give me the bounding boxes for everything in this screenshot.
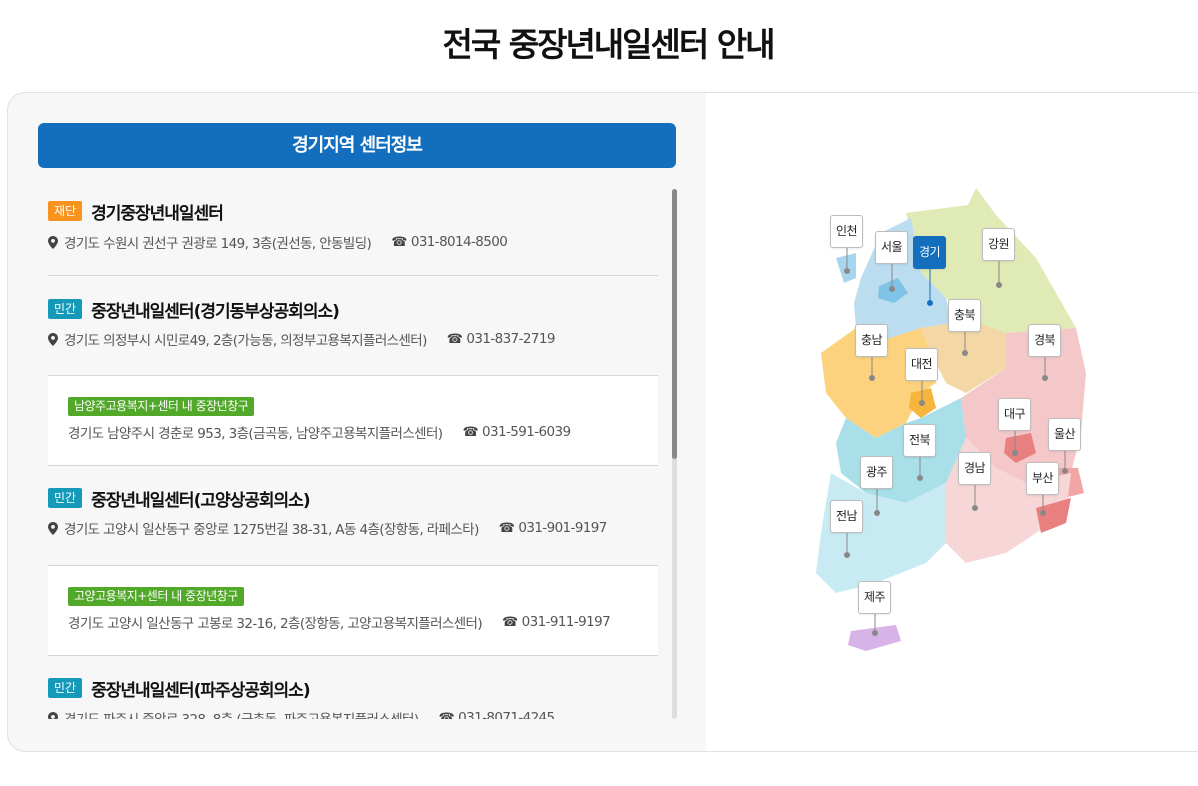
- center-address: 경기도 의정부시 시민로49, 2층(가능동, 의정부고용복지플러스센터): [64, 333, 427, 349]
- map-marker-chungbuk[interactable]: 충북: [948, 299, 981, 332]
- center-phone[interactable]: 031-8071-4245: [458, 710, 555, 719]
- center-name: 중장년내일센터(파주상공회의소): [91, 680, 310, 701]
- map-marker-busan[interactable]: 부산: [1026, 462, 1059, 495]
- center-name: 중장년내일센터(고양상공회의소): [91, 490, 310, 511]
- page-title: 전국 중장년내일센터 안내: [442, 25, 776, 64]
- center-type-badge: 민간: [48, 488, 83, 508]
- map-marker-jeju[interactable]: 제주: [858, 581, 891, 614]
- map-marker-ulsan[interactable]: 울산: [1048, 418, 1081, 451]
- center-address: 경기도 남양주시 경춘로 953, 3층(금곡동, 남양주고용복지플러스센터): [68, 426, 443, 442]
- phone-icon: ☎: [391, 234, 407, 250]
- center-type-badge: 재단: [48, 201, 83, 221]
- center-address: 경기도 파주시 중앙로 328, 8층 (금촌동, 파주고용복지플러스센터): [64, 708, 419, 719]
- map-marker-jeonbuk[interactable]: 전북: [903, 424, 936, 457]
- map-marker-incheon[interactable]: 인천: [830, 215, 863, 248]
- center-address: 경기도 고양시 일산동구 중앙로 1275번길 38-31, A동 4층(장항동…: [64, 522, 479, 538]
- scrollbar-thumb[interactable]: [672, 189, 677, 459]
- center-phone[interactable]: 031-837-2719: [466, 331, 555, 347]
- center-item: 재단 경기중장년내일센터 경기도 수원시 권선구 권광로 149, 3층(권선동…: [48, 189, 658, 276]
- phone-icon: ☎: [462, 424, 479, 440]
- map-marker-gwangju[interactable]: 광주: [860, 456, 893, 489]
- map-pin-icon: [48, 332, 58, 346]
- map-marker-chungnam[interactable]: 충남: [855, 324, 888, 357]
- window-badge: 남양주고용복지+센터 내 중장년창구: [68, 397, 255, 416]
- center-phone[interactable]: 031-901-9197: [518, 520, 607, 536]
- map-marker-daejeon[interactable]: 대전: [905, 348, 938, 381]
- sub-window-item: 남양주고용복지+센터 내 중장년창구 경기도 남양주시 경춘로 953, 3층(…: [48, 376, 658, 466]
- region-shape-incheon: [836, 253, 856, 283]
- korea-map-graphic: [816, 188, 1086, 651]
- map-pin-icon: [48, 521, 58, 535]
- phone-icon: ☎: [438, 710, 455, 720]
- center-phone[interactable]: 031-911-9197: [522, 614, 611, 630]
- center-phone[interactable]: 031-591-6039: [482, 424, 571, 440]
- map-marker-gangwon[interactable]: 강원: [982, 228, 1015, 261]
- center-info-panel: 경기지역 센터정보 재단 경기중장년내일센터 경기도 수원시 권선구 권광로 1…: [7, 92, 1198, 752]
- map-pin-icon: [48, 711, 58, 719]
- korea-map: 인천 서울 경기 강원 충북 충남 경북 대전 대구 울산 전북 광주 경남 부…: [706, 93, 1198, 751]
- phone-icon: ☎: [446, 331, 463, 347]
- phone-icon: ☎: [502, 614, 518, 630]
- sub-window-item: 고양고용복지+센터 내 중장년창구 경기도 고양시 일산동구 고봉로 32-16…: [48, 566, 658, 656]
- center-type-badge: 민간: [48, 678, 83, 698]
- center-phone[interactable]: 031-8014-8500: [411, 234, 508, 250]
- center-item: 민간 중장년내일센터(파주상공회의소) 경기도 파주시 중앙로 328, 8층 …: [48, 656, 658, 719]
- map-marker-gyeonggi[interactable]: 경기: [913, 236, 946, 269]
- center-item: 민간 중장년내일센터(경기동부상공회의소) 경기도 의정부시 시민로49, 2층…: [48, 276, 658, 376]
- map-marker-seoul[interactable]: 서울: [875, 231, 908, 264]
- map-marker-jeonnam[interactable]: 전남: [830, 500, 863, 533]
- center-item: 민간 중장년내일센터(고양상공회의소) 경기도 고양시 일산동구 중앙로 127…: [48, 466, 658, 566]
- list-scrollbar[interactable]: [672, 189, 677, 719]
- center-name: 중장년내일센터(경기동부상공회의소): [91, 301, 340, 322]
- map-pin-icon: [48, 235, 58, 249]
- phone-icon: ☎: [498, 520, 515, 536]
- center-address: 경기도 고양시 일산동구 고봉로 32-16, 2층(장항동, 고양고용복지플러…: [68, 616, 483, 632]
- map-marker-gyeongnam[interactable]: 경남: [958, 452, 991, 485]
- center-name: 경기중장년내일센터: [91, 203, 224, 224]
- center-address: 경기도 수원시 권선구 권광로 149, 3층(권선동, 안동빌딩): [64, 236, 372, 252]
- region-header: 경기지역 센터정보: [38, 123, 676, 168]
- center-type-badge: 민간: [48, 299, 83, 319]
- map-marker-daegu[interactable]: 대구: [998, 398, 1031, 431]
- window-badge: 고양고용복지+센터 내 중장년창구: [68, 587, 244, 606]
- map-marker-gyeongbuk[interactable]: 경북: [1028, 324, 1061, 357]
- center-list[interactable]: 재단 경기중장년내일센터 경기도 수원시 권선구 권광로 149, 3층(권선동…: [48, 189, 658, 719]
